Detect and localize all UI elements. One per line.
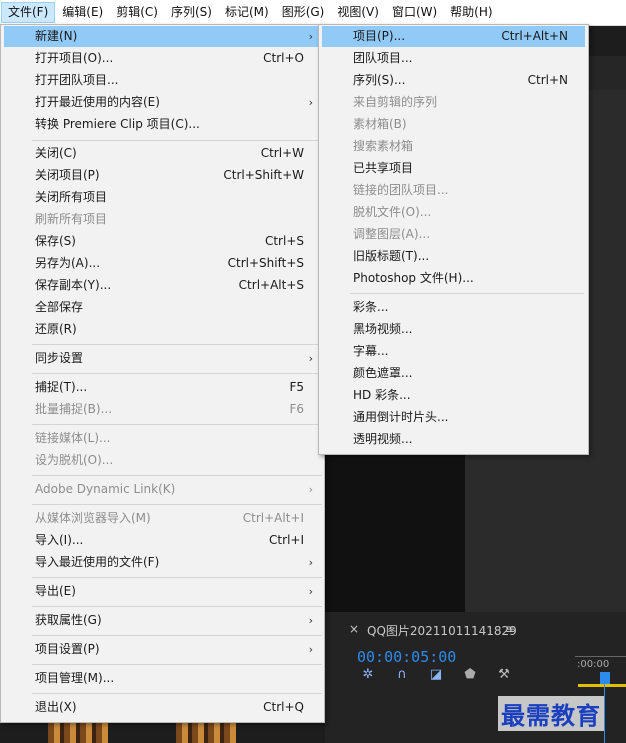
- menu-item-open-project[interactable]: 打开项目(O)... Ctrl+O: [4, 48, 320, 69]
- menu-separator: [32, 635, 322, 636]
- playhead-line: [604, 684, 605, 743]
- menu-graphics[interactable]: 图形(G): [276, 2, 331, 23]
- chevron-right-icon: ›: [308, 352, 313, 365]
- submenu-item-linked-team-project[interactable]: 链接的团队项目...: [322, 180, 585, 201]
- menu-item-import-from-browser[interactable]: 从媒体浏览器导入(M) Ctrl+Alt+I: [4, 508, 320, 529]
- menu-bar: 文件(F) 编辑(E) 剪辑(C) 序列(S) 标记(M) 图形(G) 视图(V…: [0, 0, 626, 26]
- panel-menu-icon[interactable]: ≡: [505, 622, 515, 636]
- menu-separator: [32, 140, 322, 141]
- menu-item-export[interactable]: 导出(E) ›: [4, 581, 320, 602]
- menu-help[interactable]: 帮助(H): [444, 2, 498, 23]
- nest-toggle-icon[interactable]: ✲: [361, 668, 375, 682]
- menu-item-project-settings[interactable]: 项目设置(P) ›: [4, 639, 320, 660]
- sequence-tab-label[interactable]: QQ图片20211011141829: [367, 622, 517, 639]
- menu-separator: [32, 424, 322, 425]
- menu-separator: [32, 344, 322, 345]
- menu-separator: [32, 693, 322, 694]
- submenu-item-sequence-from-clip[interactable]: 来自剪辑的序列: [322, 92, 585, 113]
- menu-item-revert[interactable]: 还原(R): [4, 319, 320, 340]
- menu-separator: [350, 293, 584, 294]
- menu-item-new[interactable]: 新建(N) ›: [4, 26, 320, 47]
- chevron-right-icon: ›: [308, 643, 313, 656]
- menu-item-save-as[interactable]: 另存为(A)... Ctrl+Shift+S: [4, 253, 320, 274]
- submenu-item-hd-bars[interactable]: HD 彩条...: [322, 385, 585, 406]
- submenu-item-bin[interactable]: 素材箱(B): [322, 114, 585, 135]
- submenu-item-photoshop-file[interactable]: Photoshop 文件(H)...: [322, 268, 585, 289]
- linked-selection-icon[interactable]: ◪: [429, 668, 443, 682]
- menu-item-close-project[interactable]: 关闭项目(P) Ctrl+Shift+W: [4, 165, 320, 186]
- submenu-item-transparent-video[interactable]: 透明视频...: [322, 429, 585, 450]
- menu-item-save-all[interactable]: 全部保存: [4, 297, 320, 318]
- submenu-item-black-video[interactable]: 黑场视频...: [322, 319, 585, 340]
- menu-item-exit[interactable]: 退出(X) Ctrl+Q: [4, 697, 320, 718]
- menu-item-import-recent[interactable]: 导入最近使用的文件(F) ›: [4, 552, 320, 573]
- menu-window[interactable]: 窗口(W): [386, 2, 443, 23]
- chevron-right-icon: ›: [308, 556, 313, 569]
- menu-separator: [32, 504, 322, 505]
- menu-item-link-media[interactable]: 链接媒体(L)...: [4, 428, 320, 449]
- menu-item-open-recent[interactable]: 打开最近使用的内容(E) ›: [4, 92, 320, 113]
- menu-item-sync-settings[interactable]: 同步设置 ›: [4, 348, 320, 369]
- menu-item-get-properties[interactable]: 获取属性(G) ›: [4, 610, 320, 631]
- submenu-item-search-bin[interactable]: 搜索素材箱: [322, 136, 585, 157]
- submenu-item-color-matte[interactable]: 颜色遮罩...: [322, 363, 585, 384]
- menu-separator: [32, 577, 322, 578]
- submenu-item-sequence[interactable]: 序列(S)... Ctrl+N: [322, 70, 585, 91]
- work-area-bar[interactable]: [578, 684, 626, 687]
- menu-edit[interactable]: 编辑(E): [56, 2, 109, 23]
- menu-markers[interactable]: 标记(M): [219, 2, 275, 23]
- menu-view[interactable]: 视图(V): [331, 2, 385, 23]
- menu-item-batch-capture[interactable]: 批量捕捉(B)... F6: [4, 399, 320, 420]
- chevron-right-icon: ›: [308, 30, 313, 43]
- submenu-item-offline-file[interactable]: 脱机文件(O)...: [322, 202, 585, 223]
- wrench-settings-icon[interactable]: ⚒: [497, 668, 511, 682]
- close-tab-icon[interactable]: ×: [349, 622, 359, 636]
- chevron-right-icon: ›: [308, 614, 313, 627]
- file-menu-dropdown: 新建(N) › 打开项目(O)... Ctrl+O 打开团队项目... 打开最近…: [0, 24, 325, 723]
- menu-item-dynamic-link[interactable]: Adobe Dynamic Link(K) ›: [4, 479, 320, 500]
- ruler-label: :00:00: [577, 659, 610, 670]
- menu-item-save[interactable]: 保存(S) Ctrl+S: [4, 231, 320, 252]
- menu-item-make-offline[interactable]: 设为脱机(O)...: [4, 450, 320, 471]
- menu-item-close-all-projects[interactable]: 关闭所有项目: [4, 187, 320, 208]
- menu-separator: [32, 664, 322, 665]
- menu-item-project-manager[interactable]: 项目管理(M)...: [4, 668, 320, 689]
- chevron-right-icon: ›: [308, 483, 313, 496]
- menu-file[interactable]: 文件(F): [1, 2, 56, 23]
- new-submenu-dropdown: 项目(P)... Ctrl+Alt+N 团队项目... 序列(S)... Ctr…: [318, 24, 589, 455]
- submenu-item-project[interactable]: 项目(P)... Ctrl+Alt+N: [322, 26, 585, 47]
- submenu-item-captions[interactable]: 字幕...: [322, 341, 585, 362]
- menu-clip[interactable]: 剪辑(C): [110, 2, 164, 23]
- menu-item-open-team-project[interactable]: 打开团队项目...: [4, 70, 320, 91]
- menu-separator: [32, 606, 322, 607]
- menu-item-save-copy[interactable]: 保存副本(Y)... Ctrl+Alt+S: [4, 275, 320, 296]
- menu-item-convert-premiere-clip[interactable]: 转换 Premiere Clip 项目(C)...: [4, 114, 320, 135]
- submenu-item-bars-and-tone[interactable]: 彩条...: [322, 297, 585, 318]
- snap-icon[interactable]: ∩: [395, 668, 409, 682]
- submenu-item-team-project[interactable]: 团队项目...: [322, 48, 585, 69]
- submenu-item-legacy-title[interactable]: 旧版标题(T)...: [322, 246, 585, 267]
- playhead-icon[interactable]: [600, 672, 610, 684]
- chevron-right-icon: ›: [308, 585, 313, 598]
- timecode-display[interactable]: 00:00:05:00: [357, 648, 456, 666]
- menu-separator: [32, 475, 322, 476]
- menu-item-close[interactable]: 关闭(C) Ctrl+W: [4, 143, 320, 164]
- menu-item-capture[interactable]: 捕捉(T)... F5: [4, 377, 320, 398]
- menu-item-refresh-all-projects[interactable]: 刷新所有项目: [4, 209, 320, 230]
- submenu-item-adjustment-layer[interactable]: 调整图层(A)...: [322, 224, 585, 245]
- menu-sequence[interactable]: 序列(S): [165, 2, 218, 23]
- add-marker-icon[interactable]: ⬟: [463, 668, 477, 682]
- chevron-right-icon: ›: [308, 96, 313, 109]
- submenu-item-countdown-leader[interactable]: 通用倒计时片头...: [322, 407, 585, 428]
- watermark-text: 最需教育: [498, 696, 604, 731]
- menu-separator: [32, 373, 322, 374]
- menu-item-import[interactable]: 导入(I)... Ctrl+I: [4, 530, 320, 551]
- submenu-item-shared-project[interactable]: 已共享项目: [322, 158, 585, 179]
